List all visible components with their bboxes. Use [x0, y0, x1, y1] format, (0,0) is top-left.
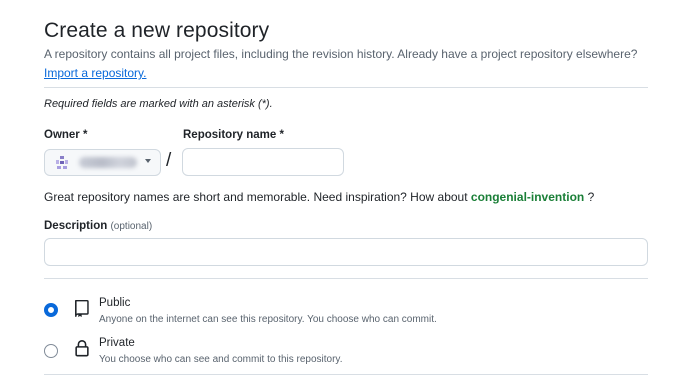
description-input[interactable]: [44, 238, 648, 266]
description-optional: (optional): [110, 221, 153, 232]
page-subtitle: A repository contains all project files,…: [44, 47, 638, 61]
visibility-public-radio[interactable]: [44, 303, 58, 317]
name-suggestion-link[interactable]: congenial-invention: [471, 190, 584, 204]
divider-top: [44, 87, 648, 88]
repository-name-hint: Great repository names are short and mem…: [44, 190, 594, 204]
description-label: Description (optional): [44, 220, 152, 232]
divider-bottom: [44, 374, 648, 375]
owner-dropdown[interactable]: aaktrar90: [44, 149, 161, 176]
owner-label: Owner *: [44, 129, 88, 141]
required-fields-note: Required fields are marked with an aster…: [44, 98, 273, 110]
visibility-public-title: Public: [99, 297, 131, 309]
description-label-text: Description: [44, 220, 108, 232]
hint-suffix: ?: [584, 190, 595, 204]
visibility-private-description: You choose who can see and commit to thi…: [99, 354, 343, 365]
visibility-public-description: Anyone on the internet can see this repo…: [99, 314, 437, 325]
import-repository-link[interactable]: Import a repository.: [44, 66, 146, 80]
hint-prefix: Great repository names are short and mem…: [44, 190, 471, 204]
owner-name: aaktrar90: [79, 157, 137, 168]
lock-icon: [75, 340, 89, 357]
owner-avatar-icon: [56, 156, 68, 169]
divider-middle: [44, 278, 648, 279]
page-title: Create a new repository: [44, 19, 270, 42]
chevron-down-icon: [145, 159, 151, 163]
repo-icon: [75, 299, 89, 317]
visibility-private-title: Private: [99, 337, 135, 349]
repository-name-input[interactable]: [182, 148, 344, 176]
visibility-private-radio[interactable]: [44, 344, 58, 358]
repository-name-label: Repository name *: [183, 129, 284, 141]
owner-repo-separator: /: [166, 150, 172, 171]
